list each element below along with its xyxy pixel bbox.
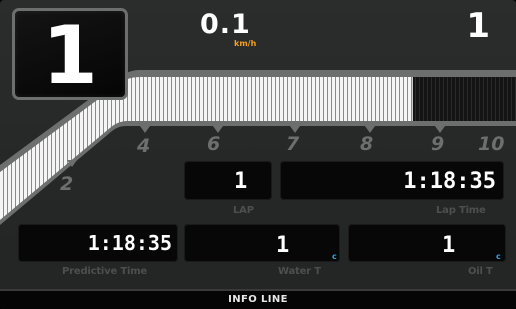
oil-temp-unit: c — [496, 252, 501, 261]
info-line-text: INFO LINE — [228, 294, 288, 305]
rpm-tick — [213, 126, 223, 133]
oil-temp-field: 1 c — [348, 224, 506, 262]
rpm-label-8: 8 — [360, 133, 374, 155]
rpm-tick — [140, 126, 150, 133]
position-value: 1 — [466, 6, 490, 46]
oil-temp-value: 1 — [442, 233, 456, 258]
oil-temp-label: Oil T — [468, 266, 493, 277]
water-temp-unit: c — [332, 252, 337, 261]
water-temp-label: Water T — [278, 266, 321, 277]
dashboard: 2 4 6 7 8 9 10 1 0.1 km/h 1 1 LAP 1:18:3… — [0, 0, 516, 309]
lap-time-field: 1:18:35 — [280, 161, 504, 200]
rpm-label-4: 4 — [137, 135, 151, 157]
predictive-time-value: 1:18:35 — [87, 231, 172, 255]
rpm-label-10: 10 — [478, 133, 505, 155]
water-temp-field: 1 c — [184, 224, 340, 262]
speed-value: 0.1 — [200, 9, 251, 40]
rpm-label-9: 9 — [431, 133, 445, 155]
water-temp-value: 1 — [276, 233, 290, 258]
predictive-time-field: 1:18:35 — [18, 224, 178, 262]
speed-unit: km/h — [234, 39, 257, 48]
lap-field: 1 — [184, 161, 272, 200]
rpm-tick — [290, 126, 300, 133]
gear-indicator: 1 — [12, 8, 128, 102]
rpm-label-2: 2 — [60, 173, 74, 195]
lap-time-value: 1:18:35 — [403, 169, 496, 194]
rpm-tick — [365, 126, 375, 133]
predictive-time-label: Predictive Time — [62, 266, 147, 277]
rpm-label-6: 6 — [207, 133, 221, 155]
lap-time-label: Lap Time — [436, 205, 486, 216]
lap-value: 1 — [234, 169, 248, 194]
gear-value: 1 — [42, 9, 98, 102]
info-line-bar: INFO LINE — [0, 289, 516, 309]
rpm-tick — [435, 126, 445, 133]
lap-label: LAP — [233, 205, 254, 216]
rpm-label-7: 7 — [286, 133, 300, 155]
